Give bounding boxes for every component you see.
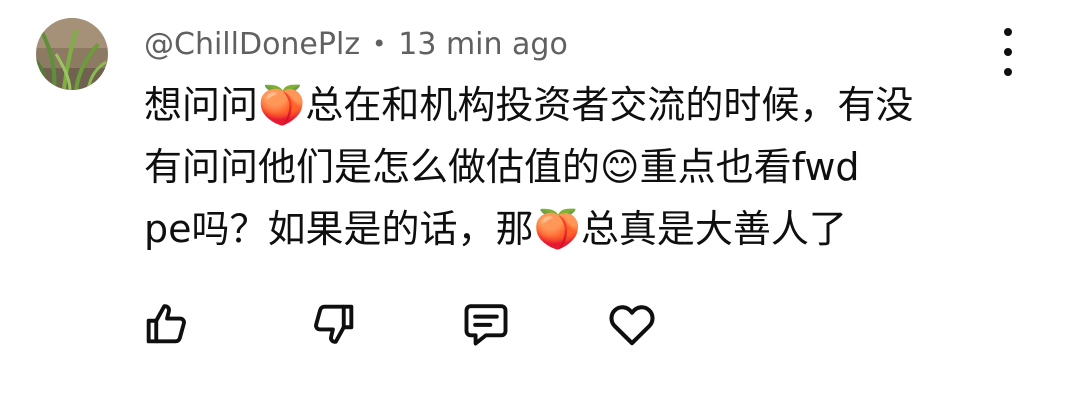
timestamp: 13 min ago xyxy=(398,26,568,62)
like-button[interactable] xyxy=(136,294,196,354)
thumbs-up-icon xyxy=(146,304,186,344)
comment-line: 有问问他们是怎么做估值的😊重点也看fwd xyxy=(144,145,860,189)
comment-line: pe吗？如果是的话，那🍑总真是大善人了 xyxy=(144,207,847,251)
heart-icon xyxy=(609,305,655,346)
avatar[interactable] xyxy=(36,18,108,90)
grass-avatar-image xyxy=(36,18,108,90)
comment-actions xyxy=(0,290,1080,360)
comment-text: 想问问🍑总在和机构投资者交流的时候，有没 有问问他们是怎么做估值的😊重点也看fw… xyxy=(144,74,1004,260)
meta-separator: • xyxy=(372,30,387,58)
author-name[interactable]: @ChillDonePlz xyxy=(144,27,360,62)
more-vertical-icon[interactable] xyxy=(988,28,1028,76)
thumbs-down-icon xyxy=(314,304,354,344)
comment-icon xyxy=(464,304,508,346)
comment-meta: @ChillDonePlz • 13 min ago xyxy=(144,22,568,66)
heart-button[interactable] xyxy=(602,294,662,354)
reply-button[interactable] xyxy=(456,294,516,354)
comment-line: 想问问🍑总在和机构投资者交流的时候，有没 xyxy=(144,83,914,127)
dislike-button[interactable] xyxy=(304,294,364,354)
